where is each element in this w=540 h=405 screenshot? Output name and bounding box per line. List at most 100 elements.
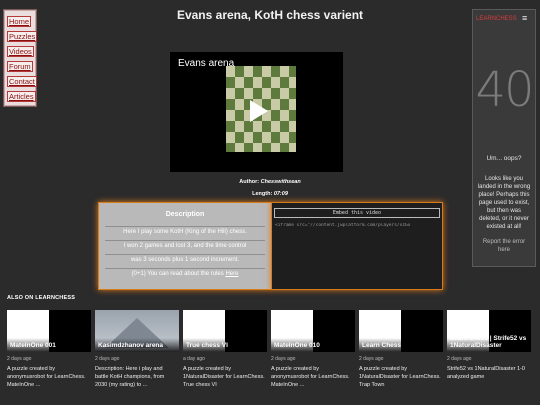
board-square <box>271 88 280 99</box>
board-square <box>262 77 271 88</box>
card-title[interactable]: MateInOne 010 <box>274 342 320 349</box>
nav-articles-link[interactable]: Articles <box>7 91 36 102</box>
card-thumbnail[interactable]: True chess VI <box>183 310 267 352</box>
card-thumbnail[interactable]: Learn Chess <box>359 310 443 352</box>
video-title: Evans arena <box>178 58 235 69</box>
description-line-text: (0+1) You can read about the rules <box>131 271 226 277</box>
author-name: Chesswithsean <box>260 179 301 185</box>
length-value: 07:09 <box>273 191 288 197</box>
board-square <box>235 66 244 77</box>
card-thumbnail[interactable]: Kasimdzhanov arena <box>95 310 179 352</box>
board-square <box>244 66 253 77</box>
board-square <box>226 99 235 110</box>
board-square <box>289 66 296 77</box>
also-on-heading: ALSO ON LEARNCHESS <box>7 295 75 301</box>
board-square <box>289 132 296 143</box>
brand-logo[interactable]: LEARNCHESS <box>476 16 517 22</box>
embed-label: Embed this video <box>274 208 440 218</box>
card-thumbnail[interactable]: MateInOne 010 <box>271 310 355 352</box>
board-square <box>271 121 280 132</box>
board-square <box>244 132 253 143</box>
error-message: Looks like you landed in the wrong place… <box>477 176 531 230</box>
related-card[interactable]: MateInOne 010 2 days ago A puzzle create… <box>271 310 355 389</box>
board-square <box>235 110 244 121</box>
board-square <box>244 88 253 99</box>
author-label: Author: <box>239 179 260 185</box>
nav-puzzles-link[interactable]: Puzzles <box>7 31 38 42</box>
error-code: 40 <box>475 62 534 118</box>
video-player[interactable]: Evans arena <box>170 52 343 172</box>
board-square <box>271 99 280 110</box>
board-square <box>289 77 296 88</box>
board-square <box>235 99 244 110</box>
card-title[interactable]: Learn chess | Strife52 vs 1NaturalDisast… <box>450 335 530 349</box>
board-square <box>262 88 271 99</box>
board-square <box>262 132 271 143</box>
card-title[interactable]: Learn Chess <box>362 342 401 349</box>
board-square <box>253 88 262 99</box>
card-thumbnail[interactable]: Learn chess | Strife52 vs 1NaturalDisast… <box>447 310 531 352</box>
description-box: Description Here I play some KotH (King … <box>98 202 272 290</box>
nav-forum-link[interactable]: Forum <box>7 61 33 72</box>
related-card[interactable]: True chess VI a day ago A puzzle created… <box>183 310 267 389</box>
embed-box: Embed this video <iframe src="//content.… <box>271 202 443 290</box>
embed-code[interactable]: <iframe src="//content.jwplatform.com/pl… <box>275 223 439 228</box>
card-title[interactable]: Kasimdzhanov arena <box>98 342 163 349</box>
nav-videos-link[interactable]: Videos <box>7 46 34 57</box>
board-square <box>235 77 244 88</box>
also-label: ALSO ON <box>7 295 36 301</box>
card-title[interactable]: True chess VI <box>186 342 228 349</box>
related-card[interactable]: Learn chess | Strife52 vs 1NaturalDisast… <box>447 310 531 381</box>
error-side-panel: LEARNCHESS ≡ 40 Um... oops? Looks like y… <box>472 9 536 267</box>
card-snippet: Strife52 vs 1NaturalDisaster 1-0 analyze… <box>447 366 525 380</box>
board-square <box>253 143 262 152</box>
board-square <box>253 66 262 77</box>
card-snippet: A puzzle created by 1NaturalDisaster for… <box>359 366 441 388</box>
description-line: I won 2 games and lost 3, and the time c… <box>105 240 265 252</box>
board-square <box>271 143 280 152</box>
related-card[interactable]: Learn Chess 2 days ago A puzzle created … <box>359 310 443 389</box>
rules-link[interactable]: Here <box>225 271 238 277</box>
board-square <box>280 121 289 132</box>
board-square <box>289 99 296 110</box>
card-snippet: A puzzle created by anonymusrobot for Le… <box>271 366 350 388</box>
related-card[interactable]: MateInOne 001 2 days ago A puzzle create… <box>7 310 91 389</box>
board-square <box>289 121 296 132</box>
card-time: 2 days ago <box>95 356 120 362</box>
left-nav: Home Puzzles Videos Forum Contact Articl… <box>4 10 38 106</box>
nav-contact-link[interactable]: Contact <box>7 76 37 87</box>
card-thumbnail[interactable]: MateInOne 001 <box>7 310 91 352</box>
card-time: a day ago <box>183 356 205 362</box>
board-square <box>235 88 244 99</box>
card-snippet: Description: Here i play and battle KotH… <box>95 366 165 388</box>
play-icon[interactable] <box>250 100 268 122</box>
board-square <box>262 66 271 77</box>
board-square <box>289 110 296 121</box>
board-square <box>226 77 235 88</box>
board-square <box>226 143 235 152</box>
board-square <box>235 121 244 132</box>
board-square <box>280 132 289 143</box>
card-time: 2 days ago <box>359 356 384 362</box>
board-square <box>253 121 262 132</box>
board-square <box>235 143 244 152</box>
board-square <box>280 66 289 77</box>
error-heading: Um... oops? <box>486 155 522 162</box>
card-snippet: A puzzle created by 1NaturalDisaster for… <box>183 366 265 388</box>
related-card[interactable]: Kasimdzhanov arena 2 days ago Descriptio… <box>95 310 179 389</box>
board-square <box>226 110 235 121</box>
board-square <box>244 143 253 152</box>
board-square <box>280 77 289 88</box>
page-title: Evans arena, KotH chess varient <box>176 8 364 22</box>
board-square <box>226 88 235 99</box>
board-square <box>271 77 280 88</box>
card-title[interactable]: MateInOne 001 <box>10 342 56 349</box>
description-line: Here I play some KotH (King of the Hill)… <box>105 226 265 238</box>
board-square <box>262 143 271 152</box>
board-square <box>253 77 262 88</box>
nav-home-link[interactable]: Home <box>7 16 32 27</box>
board-square <box>226 132 235 143</box>
report-error-link[interactable]: Report the error here <box>477 238 531 254</box>
board-square <box>280 99 289 110</box>
menu-icon[interactable]: ≡ <box>522 13 527 23</box>
